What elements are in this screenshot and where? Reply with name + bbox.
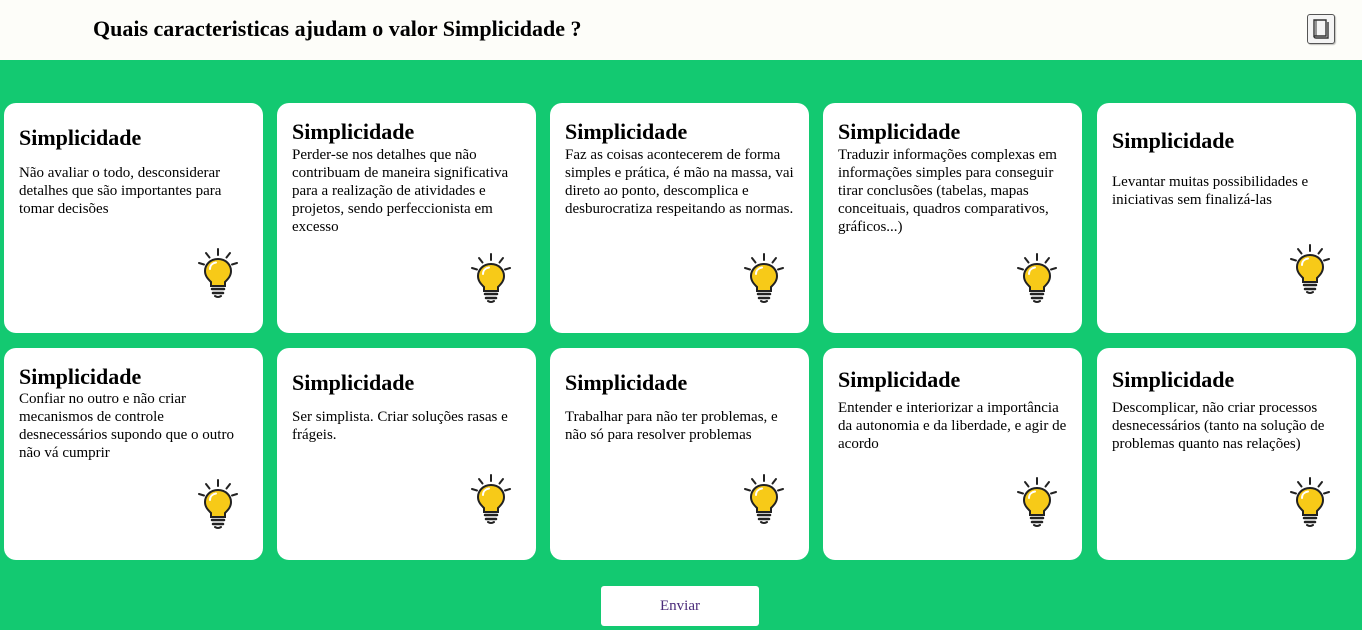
card-text: Confiar no outro e não criar mecanismos … — [19, 391, 234, 461]
top-bar: Quais caracteristicas ajudam o valor Sim… — [0, 0, 1362, 60]
card-text: Não avaliar o todo, desconsiderar detalh… — [19, 165, 222, 217]
card-text: Faz as coisas acontecerem de forma simpl… — [565, 147, 794, 217]
lightbulb-icon — [1017, 253, 1057, 303]
option-card-8[interactable]: Simplicidade Trabalhar para não ter prob… — [550, 348, 809, 560]
option-card-7[interactable]: Simplicidade Ser simplista. Criar soluçõ… — [277, 348, 536, 560]
option-card-3[interactable]: Simplicidade Faz as coisas acontecerem d… — [550, 103, 809, 333]
option-card-1[interactable]: Simplicidade Não avaliar o todo, descons… — [4, 103, 263, 333]
lightbulb-icon — [198, 248, 238, 298]
book-icon — [1313, 19, 1329, 39]
card-title: Simplicidade — [565, 370, 688, 395]
lightbulb-icon — [744, 253, 784, 303]
card-text: Traduzir informações complexas em inform… — [838, 147, 1057, 235]
lightbulb-icon — [471, 474, 511, 524]
card-title: Simplicidade — [838, 367, 961, 392]
book-button[interactable] — [1307, 14, 1335, 44]
card-title: Simplicidade — [1112, 367, 1235, 392]
card-text: Levantar muitas possibilidades e iniciat… — [1112, 174, 1309, 208]
submit-button[interactable]: Enviar — [601, 586, 759, 626]
card-title: Simplicidade — [292, 370, 415, 395]
card-text: Ser simplista. Criar soluções rasas e fr… — [292, 409, 508, 443]
lightbulb-icon — [1017, 477, 1057, 527]
card-text: Perder-se nos detalhes que não contribua… — [292, 147, 509, 235]
card-text: Descomplicar, não criar processos desnec… — [1112, 400, 1325, 452]
card-title: Simplicidade — [19, 364, 142, 389]
option-card-10[interactable]: Simplicidade Descomplicar, não criar pro… — [1097, 348, 1356, 560]
card-title: Simplicidade — [838, 119, 961, 144]
lightbulb-icon — [744, 474, 784, 524]
card-title: Simplicidade — [19, 125, 142, 150]
card-title: Simplicidade — [565, 119, 688, 144]
option-card-5[interactable]: Simplicidade Levantar muitas possibilida… — [1097, 103, 1356, 333]
card-title: Simplicidade — [1112, 128, 1235, 153]
lightbulb-icon — [471, 253, 511, 303]
lightbulb-icon — [198, 479, 238, 529]
lightbulb-icon — [1290, 244, 1330, 294]
card-text: Trabalhar para não ter problemas, e não … — [565, 409, 778, 443]
lightbulb-icon — [1290, 477, 1330, 527]
option-card-6[interactable]: Simplicidade Confiar no outro e não cria… — [4, 348, 263, 560]
option-card-2[interactable]: Simplicidade Perder-se nos detalhes que … — [277, 103, 536, 333]
page-title: Quais caracteristicas ajudam o valor Sim… — [93, 16, 582, 41]
option-card-9[interactable]: Simplicidade Entender e interiorizar a i… — [823, 348, 1082, 560]
card-title: Simplicidade — [292, 119, 415, 144]
card-text: Entender e interiorizar a importância da… — [838, 400, 1067, 452]
option-card-4[interactable]: Simplicidade Traduzir informações comple… — [823, 103, 1082, 333]
